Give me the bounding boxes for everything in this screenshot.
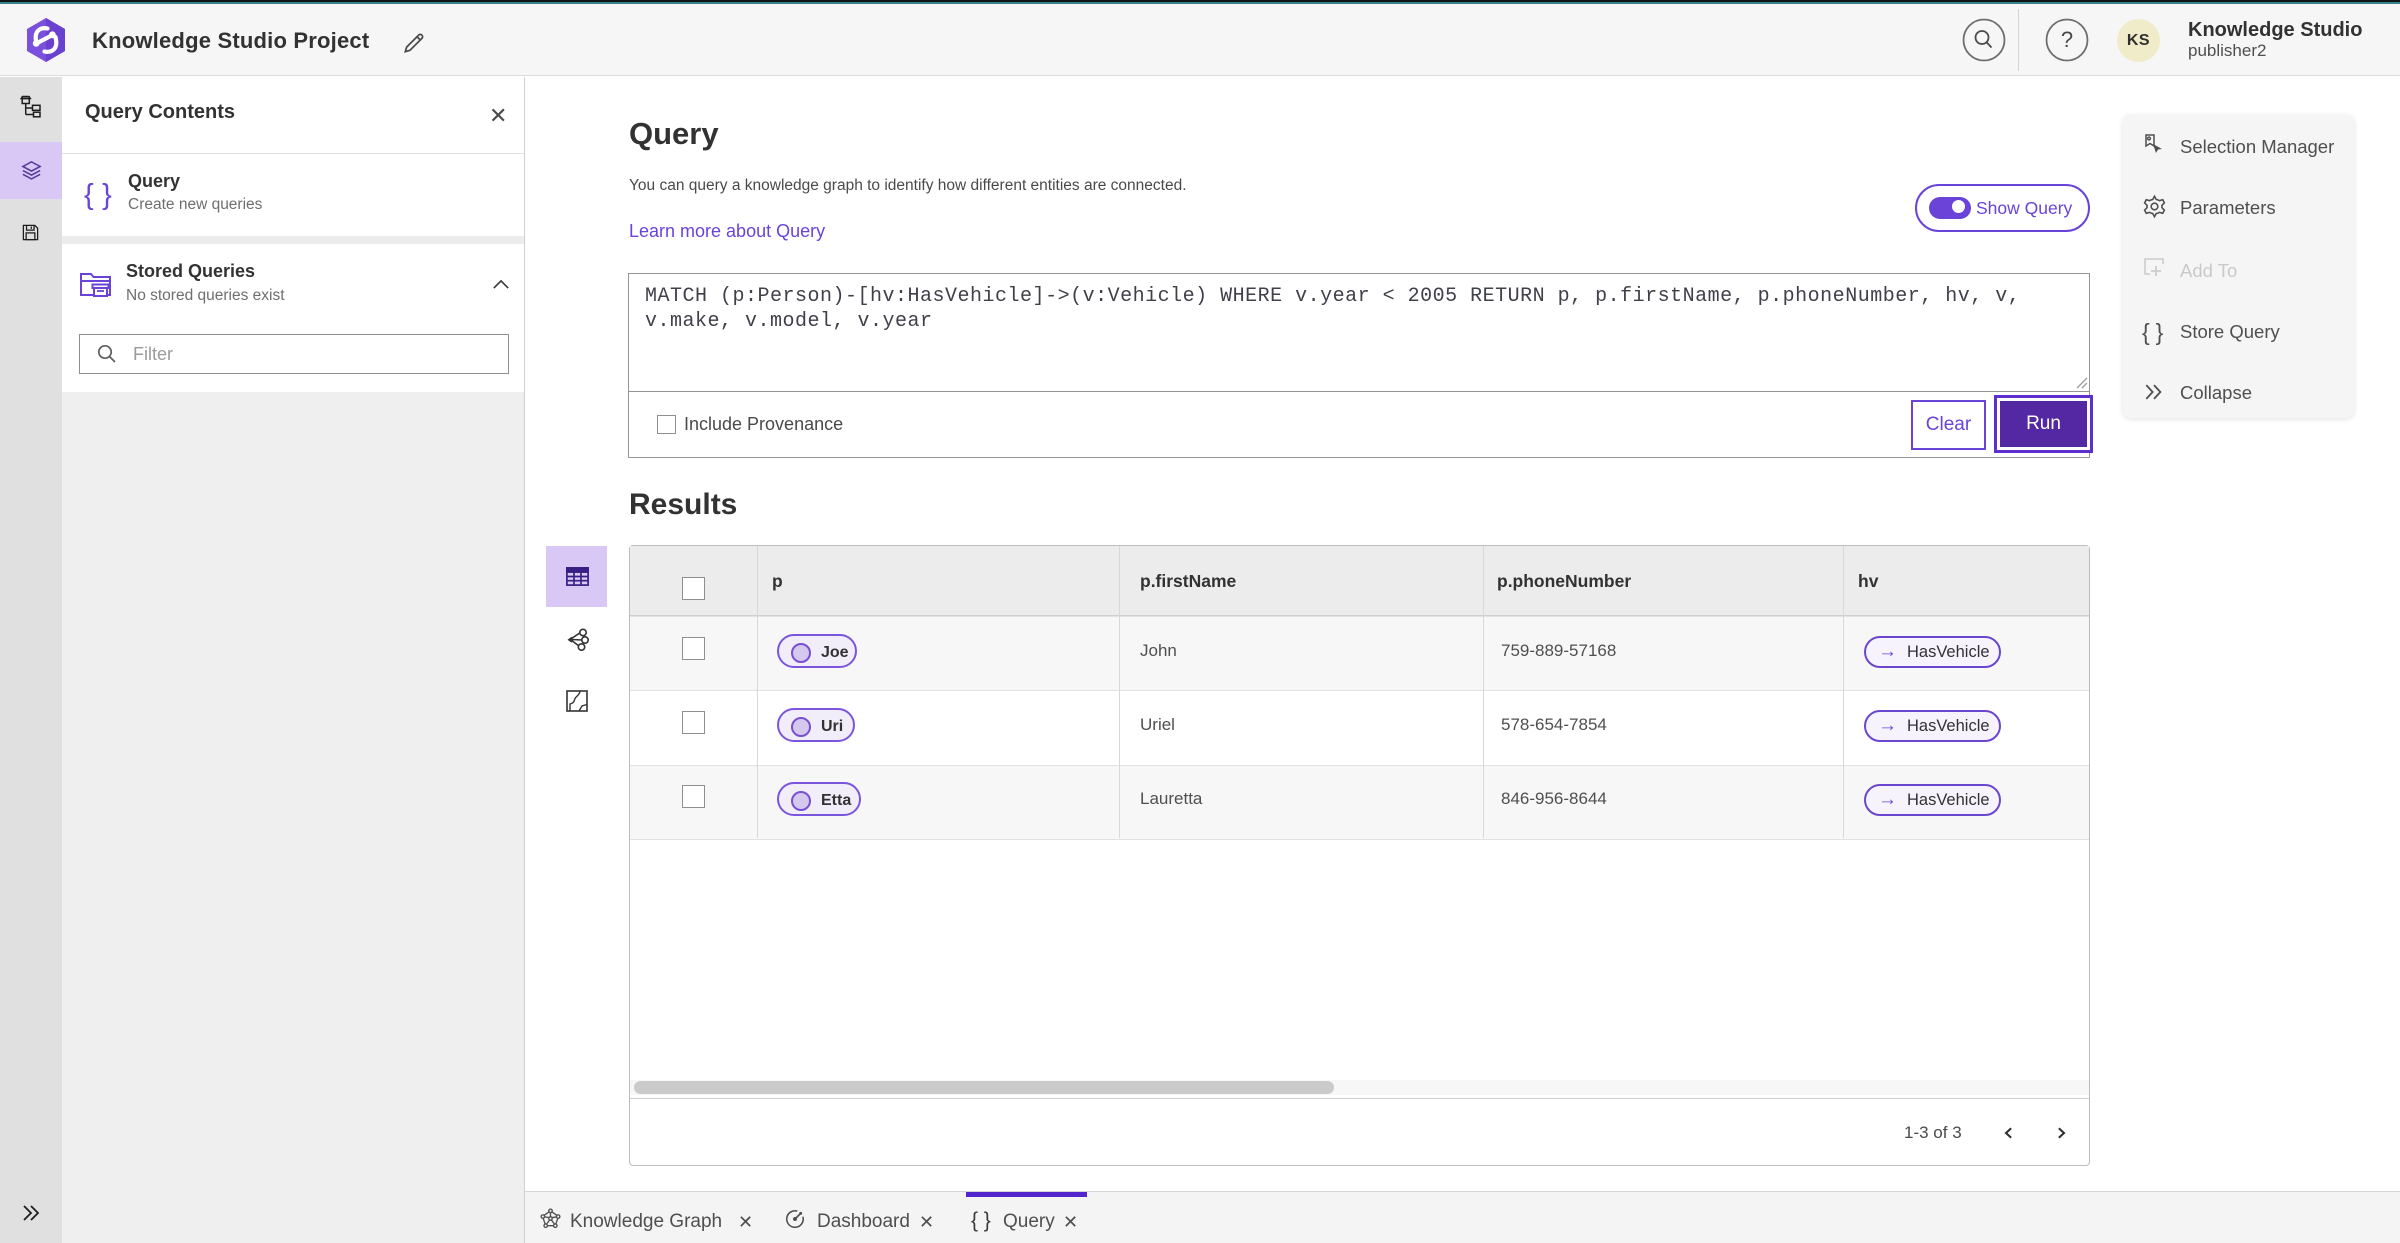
svg-text:?: ?: [2061, 27, 2073, 52]
